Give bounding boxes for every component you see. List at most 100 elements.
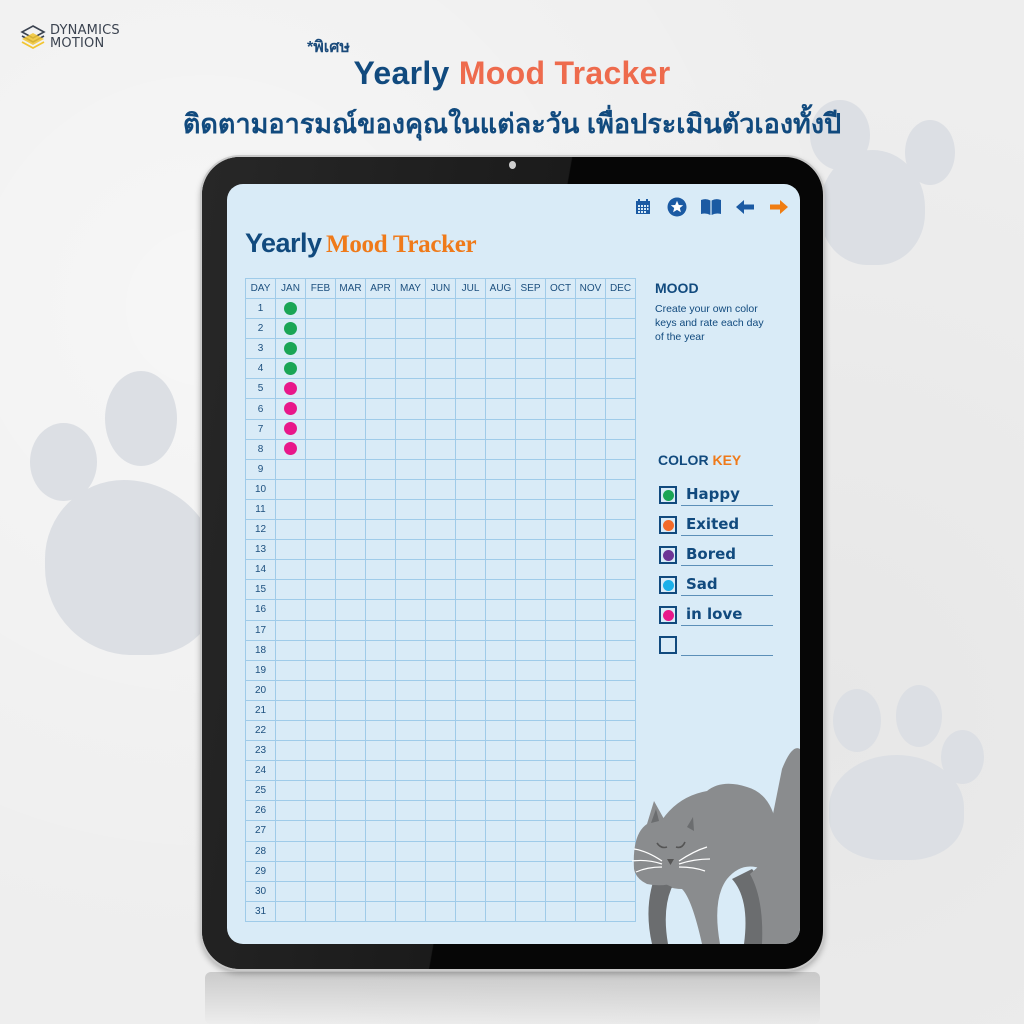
- mood-cell-feb-28[interactable]: [305, 840, 336, 862]
- mood-cell-nov-24[interactable]: [575, 760, 606, 782]
- mood-cell-jun-31[interactable]: [425, 900, 456, 922]
- mood-cell-sep-30[interactable]: [515, 880, 546, 902]
- mood-cell-sep-31[interactable]: [515, 900, 546, 922]
- mood-cell-may-27[interactable]: [395, 820, 426, 842]
- mood-cell-oct-11[interactable]: [545, 498, 576, 521]
- mood-cell-oct-1[interactable]: [545, 297, 576, 320]
- mood-cell-oct-29[interactable]: [545, 860, 576, 882]
- mood-cell-nov-22[interactable]: [575, 719, 606, 742]
- mood-cell-feb-21[interactable]: [305, 699, 336, 721]
- mood-cell-aug-14[interactable]: [485, 559, 516, 581]
- mood-cell-mar-28[interactable]: [335, 840, 366, 862]
- mood-cell-nov-11[interactable]: [575, 498, 606, 521]
- mood-cell-may-30[interactable]: [395, 880, 426, 902]
- mood-cell-sep-25[interactable]: [515, 780, 546, 802]
- mood-cell-feb-29[interactable]: [305, 860, 336, 882]
- mood-cell-jun-8[interactable]: [425, 438, 456, 460]
- color-key-label[interactable]: Bored: [686, 545, 736, 563]
- mood-cell-jul-9[interactable]: [455, 458, 486, 480]
- mood-cell-aug-30[interactable]: [485, 880, 516, 902]
- mood-cell-feb-30[interactable]: [305, 880, 336, 902]
- mood-cell-sep-26[interactable]: [515, 800, 546, 822]
- mood-cell-sep-29[interactable]: [515, 860, 546, 882]
- mood-cell-apr-17[interactable]: [365, 619, 396, 641]
- mood-cell-mar-26[interactable]: [335, 800, 366, 822]
- mood-cell-aug-7[interactable]: [485, 418, 516, 440]
- mood-cell-sep-28[interactable]: [515, 840, 546, 862]
- mood-cell-jul-2[interactable]: [455, 318, 486, 340]
- mood-cell-apr-31[interactable]: [365, 900, 396, 922]
- mood-cell-mar-8[interactable]: [335, 438, 366, 460]
- mood-cell-jun-6[interactable]: [425, 398, 456, 420]
- mood-cell-nov-3[interactable]: [575, 338, 606, 360]
- mood-cell-nov-31[interactable]: [575, 900, 606, 922]
- mood-cell-jun-12[interactable]: [425, 519, 456, 541]
- mood-cell-jul-6[interactable]: [455, 398, 486, 420]
- mood-cell-nov-27[interactable]: [575, 820, 606, 842]
- mood-cell-dec-31[interactable]: [605, 900, 636, 922]
- mood-cell-may-8[interactable]: [395, 438, 426, 460]
- mood-cell-jan-6[interactable]: [275, 398, 306, 420]
- mood-cell-nov-19[interactable]: [575, 659, 606, 681]
- mood-cell-mar-18[interactable]: [335, 639, 366, 661]
- mood-cell-jan-24[interactable]: [275, 760, 306, 782]
- mood-cell-mar-19[interactable]: [335, 659, 366, 681]
- mood-cell-jan-31[interactable]: [275, 900, 306, 922]
- mood-cell-mar-7[interactable]: [335, 418, 366, 440]
- mood-cell-nov-17[interactable]: [575, 619, 606, 641]
- mood-cell-apr-3[interactable]: [365, 338, 396, 360]
- mood-cell-feb-12[interactable]: [305, 519, 336, 541]
- mood-cell-jan-19[interactable]: [275, 659, 306, 681]
- mood-cell-jun-24[interactable]: [425, 760, 456, 782]
- mood-cell-jan-27[interactable]: [275, 820, 306, 842]
- mood-cell-apr-23[interactable]: [365, 740, 396, 762]
- mood-cell-apr-15[interactable]: [365, 579, 396, 601]
- mood-cell-feb-19[interactable]: [305, 659, 336, 681]
- mood-cell-may-17[interactable]: [395, 619, 426, 641]
- mood-cell-jun-11[interactable]: [425, 498, 456, 521]
- mood-cell-mar-9[interactable]: [335, 458, 366, 480]
- mood-cell-sep-15[interactable]: [515, 579, 546, 601]
- mood-cell-dec-19[interactable]: [605, 659, 636, 681]
- mood-cell-jun-21[interactable]: [425, 699, 456, 721]
- mood-cell-apr-20[interactable]: [365, 679, 396, 701]
- mood-cell-jan-23[interactable]: [275, 740, 306, 762]
- mood-cell-may-25[interactable]: [395, 780, 426, 802]
- mood-cell-jan-5[interactable]: [275, 378, 306, 400]
- mood-cell-oct-22[interactable]: [545, 719, 576, 742]
- mood-cell-mar-1[interactable]: [335, 297, 366, 320]
- mood-cell-aug-6[interactable]: [485, 398, 516, 420]
- color-key-label[interactable]: in love: [686, 605, 742, 623]
- mood-cell-nov-7[interactable]: [575, 418, 606, 440]
- mood-cell-sep-16[interactable]: [515, 599, 546, 621]
- mood-cell-aug-5[interactable]: [485, 378, 516, 400]
- mood-cell-feb-27[interactable]: [305, 820, 336, 842]
- mood-cell-oct-19[interactable]: [545, 659, 576, 681]
- mood-cell-jun-17[interactable]: [425, 619, 456, 641]
- color-key-checkbox[interactable]: [659, 516, 677, 534]
- mood-cell-oct-13[interactable]: [545, 539, 576, 561]
- mood-cell-may-3[interactable]: [395, 338, 426, 360]
- mood-cell-jun-10[interactable]: [425, 478, 456, 500]
- mood-cell-aug-21[interactable]: [485, 699, 516, 721]
- mood-cell-aug-26[interactable]: [485, 800, 516, 822]
- mood-cell-oct-17[interactable]: [545, 619, 576, 641]
- mood-cell-aug-13[interactable]: [485, 539, 516, 561]
- mood-cell-sep-20[interactable]: [515, 679, 546, 701]
- mood-cell-jul-13[interactable]: [455, 539, 486, 561]
- mood-cell-sep-12[interactable]: [515, 519, 546, 541]
- mood-cell-dec-4[interactable]: [605, 358, 636, 380]
- color-key-label[interactable]: Exited: [686, 515, 739, 533]
- mood-cell-apr-6[interactable]: [365, 398, 396, 420]
- mood-cell-dec-29[interactable]: [605, 860, 636, 882]
- mood-cell-may-31[interactable]: [395, 900, 426, 922]
- mood-cell-apr-4[interactable]: [365, 358, 396, 380]
- mood-cell-aug-24[interactable]: [485, 760, 516, 782]
- mood-cell-may-2[interactable]: [395, 318, 426, 340]
- mood-cell-nov-9[interactable]: [575, 458, 606, 480]
- mood-cell-jan-13[interactable]: [275, 539, 306, 561]
- mood-cell-mar-30[interactable]: [335, 880, 366, 902]
- mood-cell-feb-7[interactable]: [305, 418, 336, 440]
- mood-cell-sep-5[interactable]: [515, 378, 546, 400]
- mood-cell-dec-15[interactable]: [605, 579, 636, 601]
